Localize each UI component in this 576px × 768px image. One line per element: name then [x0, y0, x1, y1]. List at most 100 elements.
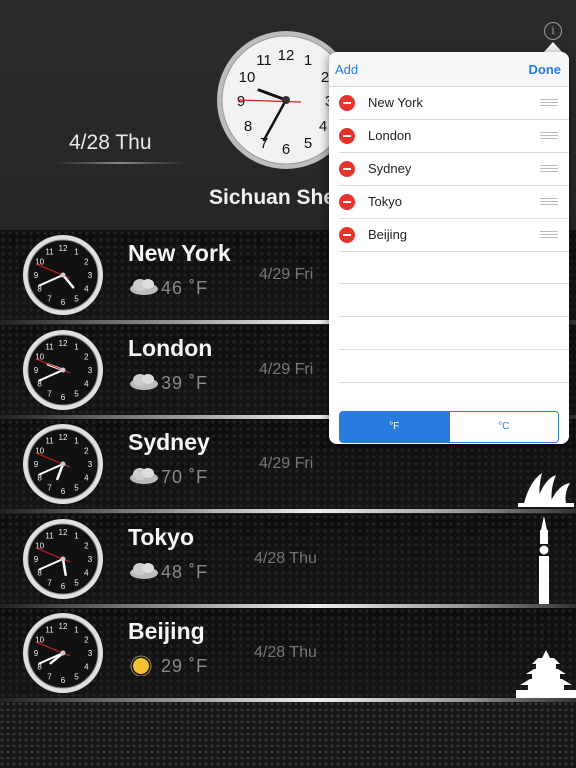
city-row-tokyo[interactable]: 12 1 2 3 4 5 6 7 8 9 10 11 Tokyo 48 ˚F 4/28 Thu [0, 514, 576, 604]
svg-text:4: 4 [84, 569, 89, 578]
delete-icon[interactable] [339, 161, 355, 177]
temperature: 29 ˚F [161, 656, 209, 676]
svg-text:2: 2 [84, 447, 89, 456]
popover-header: Add Done [329, 52, 569, 87]
cloudy-icon [130, 563, 158, 579]
clock-icon: 12 1234567891011 [23, 424, 103, 504]
edit-list-label: Beijing [368, 227, 408, 242]
temperature-unit-toggle[interactable]: °F °C [339, 411, 559, 443]
svg-text:7: 7 [47, 672, 52, 681]
svg-text:2: 2 [84, 636, 89, 645]
edit-list-item[interactable]: London [339, 119, 569, 153]
svg-text:11: 11 [45, 343, 54, 352]
svg-text:12: 12 [59, 528, 68, 537]
svg-text:9: 9 [34, 271, 39, 280]
reorder-grip-icon[interactable] [540, 198, 558, 205]
svg-text:1: 1 [74, 343, 79, 352]
city-name: Tokyo [128, 524, 195, 550]
edit-list-item[interactable]: Tokyo [339, 185, 569, 219]
temperature: 70 ˚F [161, 467, 209, 487]
clock-icon: 12 1234567891011 [23, 519, 103, 599]
delete-icon[interactable] [339, 95, 355, 111]
svg-text:6: 6 [61, 487, 66, 496]
unit-celsius-segment[interactable]: °C [448, 412, 558, 442]
clock-icon: 12 1234567891011 [23, 330, 103, 410]
svg-text:7: 7 [47, 389, 52, 398]
svg-text:3: 3 [88, 366, 93, 375]
svg-text:11: 11 [256, 52, 272, 69]
edit-list-item[interactable]: Sydney [339, 152, 569, 186]
svg-text:7: 7 [47, 578, 52, 587]
svg-text:9: 9 [34, 555, 39, 564]
svg-text:4: 4 [84, 380, 89, 389]
svg-text:5: 5 [74, 294, 79, 303]
reorder-grip-icon[interactable] [540, 231, 558, 238]
city-name: Sydney [128, 429, 210, 455]
svg-text:5: 5 [74, 389, 79, 398]
date-divider [55, 162, 185, 164]
city-row-beijing[interactable]: 12 1 2 3 4 5 6 7 8 9 10 11 Beijing 29 ˚F 4/28 Thu [0, 608, 576, 698]
add-button[interactable]: Add [335, 62, 358, 77]
svg-text:10: 10 [239, 69, 256, 86]
sydney-opera-house-icon [518, 473, 574, 507]
temperature: 39 ˚F [161, 373, 209, 393]
city-name: London [128, 335, 213, 361]
city-date: 4/28 Thu [254, 644, 317, 661]
svg-text:11: 11 [45, 626, 54, 635]
svg-text:4: 4 [84, 474, 89, 483]
city-name: New York [128, 240, 231, 266]
svg-text:6: 6 [61, 582, 66, 591]
info-icon[interactable]: i [544, 22, 562, 40]
svg-text:2: 2 [84, 353, 89, 362]
clock-icon: 12 1234567891011 [23, 235, 103, 315]
empty-row-divider [339, 316, 569, 317]
svg-text:3: 3 [88, 649, 93, 658]
empty-row-divider [339, 349, 569, 350]
row-divider [0, 509, 576, 513]
unit-fahrenheit-segment[interactable]: °F [340, 412, 449, 442]
svg-text:1: 1 [304, 52, 312, 69]
svg-text:12: 12 [59, 339, 68, 348]
svg-text:1: 1 [74, 437, 79, 446]
delete-icon[interactable] [339, 128, 355, 144]
svg-text:3: 3 [88, 271, 93, 280]
svg-text:6: 6 [61, 298, 66, 307]
delete-icon[interactable] [339, 227, 355, 243]
cloudy-icon [130, 468, 158, 484]
temple-of-heaven-icon [516, 650, 576, 698]
svg-text:11: 11 [45, 437, 54, 446]
empty-row-divider [339, 283, 569, 284]
city-date: 4/28 Thu [254, 550, 317, 567]
svg-text:2: 2 [84, 542, 89, 551]
svg-text:2: 2 [84, 258, 89, 267]
svg-text:3: 3 [88, 460, 93, 469]
svg-text:5: 5 [74, 672, 79, 681]
svg-text:9: 9 [34, 649, 39, 658]
sunny-icon [130, 655, 152, 676]
svg-text:4: 4 [84, 285, 89, 294]
cloudy-icon [130, 279, 158, 295]
svg-text:5: 5 [74, 483, 79, 492]
edit-list-item[interactable]: New York [339, 86, 569, 120]
edit-list-label: New York [368, 95, 423, 110]
svg-text:5: 5 [74, 578, 79, 587]
reorder-grip-icon[interactable] [540, 132, 558, 139]
svg-text:1: 1 [74, 626, 79, 635]
svg-text:5: 5 [304, 135, 312, 152]
reorder-grip-icon[interactable] [540, 165, 558, 172]
svg-text:6: 6 [61, 676, 66, 685]
svg-text:8: 8 [244, 118, 252, 135]
delete-icon[interactable] [339, 194, 355, 210]
city-name: Beijing [128, 618, 205, 644]
city-date: 4/29 Fri [259, 455, 314, 472]
temperature: 46 ˚F [161, 278, 209, 298]
edit-list-item[interactable]: Beijing [339, 218, 569, 252]
reorder-grip-icon[interactable] [540, 99, 558, 106]
svg-text:6: 6 [61, 393, 66, 402]
svg-text:7: 7 [47, 483, 52, 492]
edit-list-label: London [368, 128, 412, 143]
empty-row-divider [339, 382, 569, 383]
svg-text:9: 9 [34, 460, 39, 469]
clock-icon: 12 1234567891011 [23, 613, 103, 693]
done-button[interactable]: Done [529, 62, 562, 77]
